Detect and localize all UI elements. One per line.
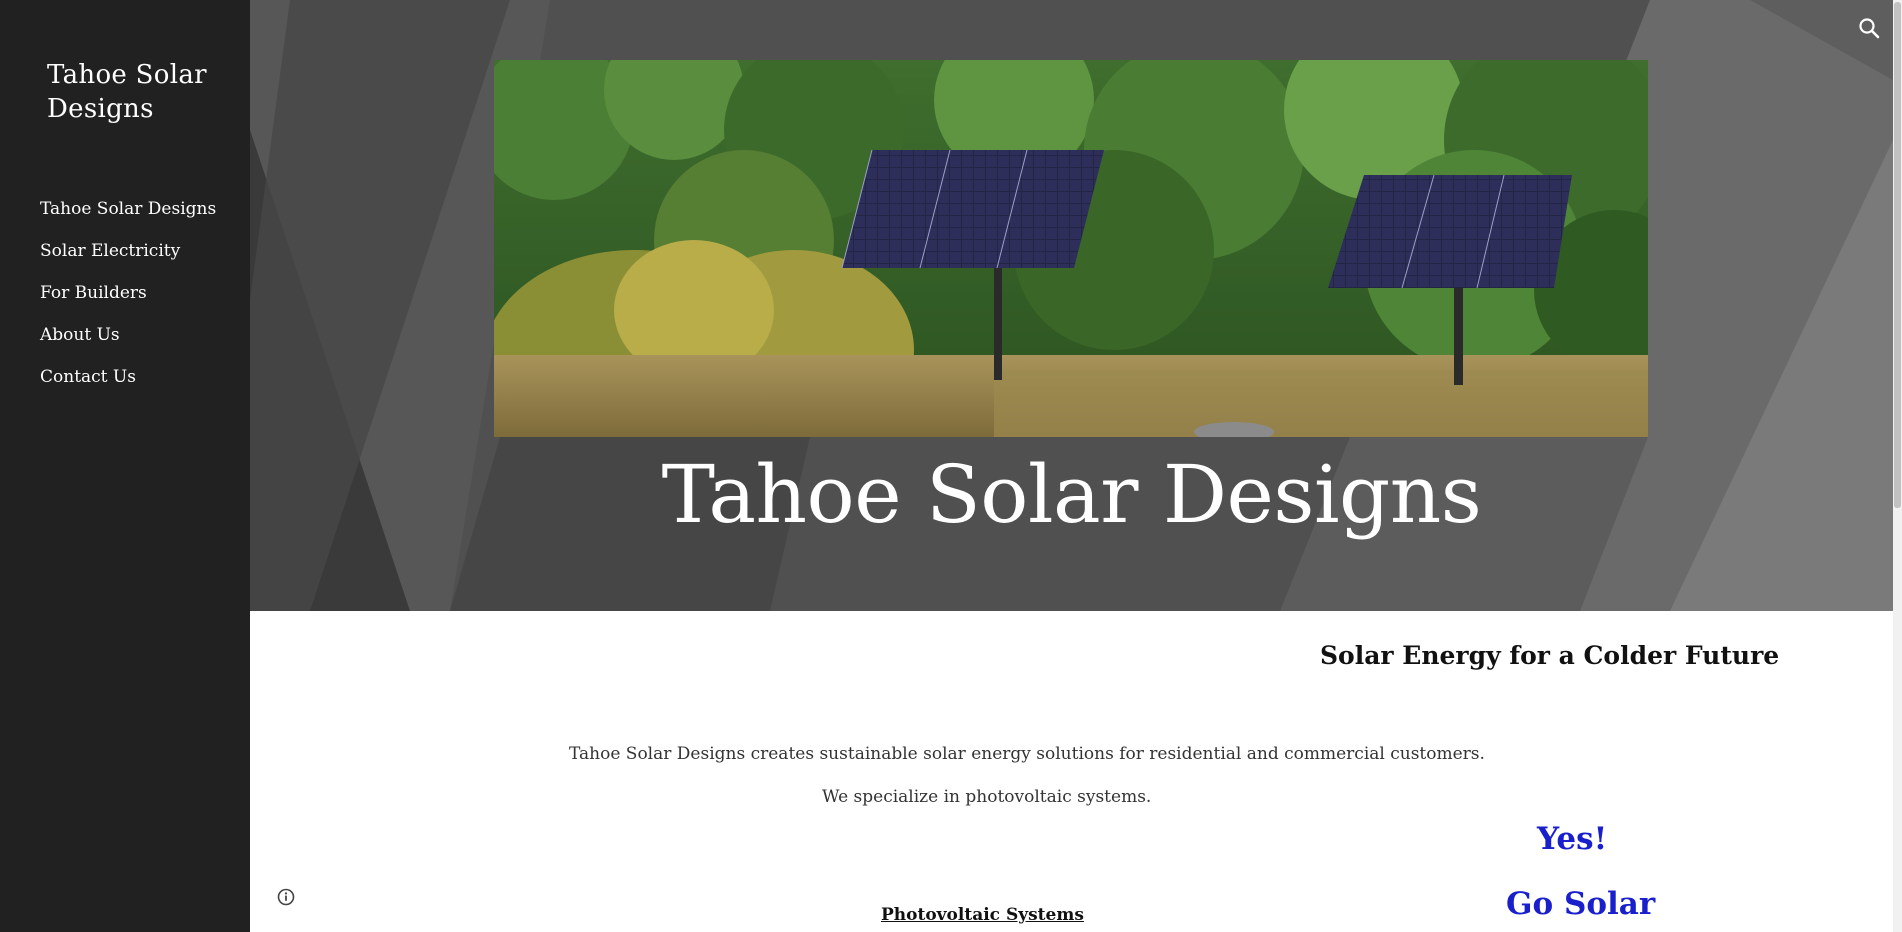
main-content: Solar Energy for a Colder Future Tahoe S… xyxy=(250,611,1893,932)
scrollbar[interactable] xyxy=(1893,0,1902,932)
nav-item-home[interactable]: Tahoe Solar Designs xyxy=(40,196,216,238)
intro-paragraph: Tahoe Solar Designs creates sustainable … xyxy=(569,744,1485,764)
hero-title: Tahoe Solar Designs xyxy=(661,448,1482,541)
nav-item-solar-electricity[interactable]: Solar Electricity xyxy=(40,238,216,280)
info-icon[interactable] xyxy=(276,887,296,907)
specialty-paragraph: We specialize in photovoltaic systems. xyxy=(822,787,1152,807)
callout-yes: Yes! xyxy=(1537,821,1608,857)
nav-item-for-builders[interactable]: For Builders xyxy=(40,280,216,322)
header-banner: Tahoe Solar Designs xyxy=(250,0,1893,611)
sidebar-nav: Tahoe Solar Designs Solar Electricity Fo… xyxy=(40,196,216,406)
photovoltaic-heading: Photovoltaic Systems xyxy=(881,905,1084,925)
nav-item-contact-us[interactable]: Contact Us xyxy=(40,364,216,406)
search-icon[interactable] xyxy=(1855,14,1883,42)
scrollbar-thumb[interactable] xyxy=(1894,2,1901,508)
sidebar: Tahoe Solar Designs Tahoe Solar Designs … xyxy=(0,0,250,932)
nav-item-about-us[interactable]: About Us xyxy=(40,322,216,364)
hero-image xyxy=(494,60,1648,437)
site-title[interactable]: Tahoe Solar Designs xyxy=(47,58,247,126)
tagline-heading: Solar Energy for a Colder Future xyxy=(1320,641,1780,670)
callout-go-solar: Go Solar xyxy=(1506,886,1656,922)
